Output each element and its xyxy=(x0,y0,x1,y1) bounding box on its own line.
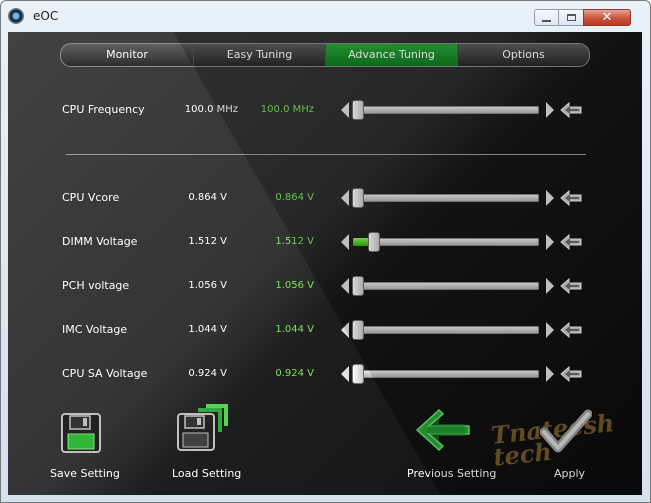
voltage-current: 1.512 V xyxy=(188,236,227,247)
close-button[interactable]: ✕ xyxy=(583,9,631,26)
voltage-label: DIMM Voltage xyxy=(62,235,138,248)
save-setting-button[interactable]: Save Setting xyxy=(48,410,128,480)
voltage-current: 0.864 V xyxy=(188,192,227,203)
imc-voltage-row: IMC Voltage 1.044 V 1.044 V xyxy=(8,319,642,341)
decrease-arrow-icon[interactable] xyxy=(341,190,349,206)
tab-monitor[interactable]: Monitor xyxy=(61,44,193,66)
close-icon: ✕ xyxy=(601,10,613,25)
voltage-new: 1.044 V xyxy=(275,324,314,335)
decrease-arrow-icon[interactable] xyxy=(341,278,349,294)
voltage-current: 1.056 V xyxy=(188,280,227,291)
slider-thumb[interactable] xyxy=(353,321,363,339)
reset-arrow-icon[interactable] xyxy=(560,101,582,119)
tab-advance-tuning[interactable]: Advance Tuning xyxy=(325,44,457,66)
decrease-arrow-icon[interactable] xyxy=(341,366,349,382)
voltage-new: 0.864 V xyxy=(275,192,314,203)
cpu-sa-voltage-row: CPU SA Voltage 0.924 V 0.924 V xyxy=(8,363,642,385)
reset-arrow-icon[interactable] xyxy=(560,189,582,207)
cpu-vcore-row: CPU Vcore 0.864 V 0.864 V xyxy=(8,187,642,209)
reset-arrow-icon[interactable] xyxy=(560,365,582,383)
reset-arrow-icon[interactable] xyxy=(560,233,582,251)
floppy-disk-icon xyxy=(61,413,101,453)
app-icon xyxy=(8,8,24,24)
dimm-voltage-slider[interactable] xyxy=(353,233,539,251)
increase-arrow-icon[interactable] xyxy=(546,234,554,250)
voltage-new: 0.924 V xyxy=(275,368,314,379)
voltage-current: 0.924 V xyxy=(188,368,227,379)
cpu-vcore-slider[interactable] xyxy=(353,189,539,207)
maximize-icon xyxy=(566,14,576,21)
slider-thumb[interactable] xyxy=(353,189,363,207)
voltage-label: CPU SA Voltage xyxy=(62,367,148,380)
cpu-frequency-row: CPU Frequency 100.0 MHz 100.0 MHz xyxy=(8,99,642,121)
decrease-arrow-icon[interactable] xyxy=(341,322,349,338)
pch-voltage-row: PCH voltage 1.056 V 1.056 V xyxy=(8,275,642,297)
increase-arrow-icon[interactable] xyxy=(546,190,554,206)
voltage-label: PCH voltage xyxy=(62,279,130,292)
maximize-button[interactable] xyxy=(558,9,584,26)
load-setting-button[interactable]: Load Setting xyxy=(166,404,256,480)
reset-arrow-icon[interactable] xyxy=(560,321,582,339)
decrease-arrow-icon[interactable] xyxy=(341,102,349,118)
save-setting-label: Save Setting xyxy=(50,467,120,480)
minimize-icon xyxy=(542,19,551,22)
increase-arrow-icon[interactable] xyxy=(546,102,554,118)
eoc-window: eOC ✕ Monitor Easy Tuning Advance Tuning… xyxy=(0,0,651,503)
reset-arrow-icon[interactable] xyxy=(560,277,582,295)
voltage-current: 1.044 V xyxy=(188,324,227,335)
floppy-disk-load-icon xyxy=(177,404,228,451)
apply-button[interactable]: Apply xyxy=(538,408,608,480)
tab-options[interactable]: Options xyxy=(457,44,589,66)
slider-thumb[interactable] xyxy=(353,101,363,119)
window-title: eOC xyxy=(33,9,59,23)
cpu-frequency-label: CPU Frequency xyxy=(62,103,145,116)
voltage-label: CPU Vcore xyxy=(62,191,120,204)
apply-label: Apply xyxy=(554,467,586,480)
cpu-sa-voltage-slider[interactable] xyxy=(353,365,539,383)
main-panel: Monitor Easy Tuning Advance Tuning Optio… xyxy=(8,32,642,495)
slider-thumb[interactable] xyxy=(353,365,363,383)
minimize-button[interactable] xyxy=(534,9,559,26)
voltage-label: IMC Voltage xyxy=(62,323,128,336)
pch-voltage-slider[interactable] xyxy=(353,277,539,295)
decrease-arrow-icon[interactable] xyxy=(341,234,349,250)
increase-arrow-icon[interactable] xyxy=(546,322,554,338)
tab-bar: Monitor Easy Tuning Advance Tuning Optio… xyxy=(60,43,590,67)
slider-thumb[interactable] xyxy=(353,277,363,295)
slider-thumb[interactable] xyxy=(368,233,379,251)
cpu-frequency-slider[interactable] xyxy=(353,101,539,119)
cpu-frequency-new: 100.0 MHz xyxy=(260,104,314,115)
increase-arrow-icon[interactable] xyxy=(546,278,554,294)
title-bar: eOC ✕ xyxy=(1,1,650,32)
dimm-voltage-row: DIMM Voltage 1.512 V 1.512 V xyxy=(8,231,642,253)
imc-voltage-slider[interactable] xyxy=(353,321,539,339)
previous-setting-label: Previous Setting xyxy=(407,467,497,480)
voltage-new: 1.056 V xyxy=(275,280,314,291)
green-left-arrow-icon xyxy=(415,408,470,452)
cpu-frequency-current: 100.0 MHz xyxy=(184,104,238,115)
tab-easy-tuning[interactable]: Easy Tuning xyxy=(193,44,325,66)
voltage-new: 1.512 V xyxy=(275,236,314,247)
checkmark-icon xyxy=(540,409,592,453)
section-divider xyxy=(66,154,586,155)
load-setting-label: Load Setting xyxy=(172,467,242,480)
increase-arrow-icon[interactable] xyxy=(546,366,554,382)
previous-setting-button[interactable]: Previous Setting xyxy=(403,406,497,480)
